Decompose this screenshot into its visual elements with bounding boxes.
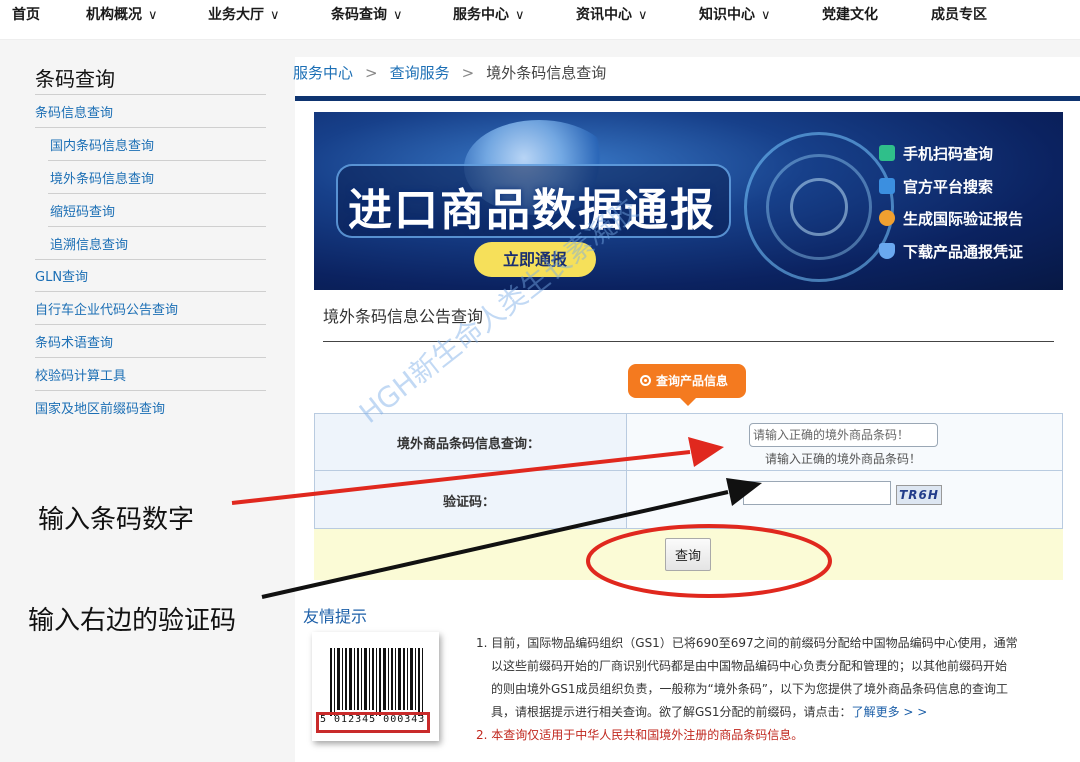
sidebar-item-prefix[interactable]: 国家及地区前缀码查询 xyxy=(35,398,165,417)
annotation-enter-barcode: 输入条码数字 xyxy=(38,505,195,535)
breadcrumb-query-service[interactable]: 查询服务 xyxy=(390,64,450,82)
breadcrumb-service-center[interactable]: 服务中心 xyxy=(293,64,353,82)
feature-label: 生成国际验证报告 xyxy=(903,210,1024,228)
sidebar: 条码查询 条码信息查询 国内条码信息查询 境外条码信息查询 缩短码查询 追溯信息… xyxy=(0,57,295,762)
feature-label: 下载产品通报凭证 xyxy=(903,243,1024,261)
nav-knowledge[interactable]: 知识中心 ∨ xyxy=(699,4,771,24)
tab-label: 查询产品信息 xyxy=(656,374,729,388)
nav-news-label: 资讯中心 xyxy=(576,7,632,23)
sidebar-item-short-code[interactable]: 缩短码查询 xyxy=(50,201,115,220)
search-button[interactable]: 查询 xyxy=(665,538,711,571)
breadcrumb-separator: > xyxy=(365,64,378,82)
divider xyxy=(35,259,266,260)
nav-news[interactable]: 资讯中心 ∨ xyxy=(576,4,648,24)
tip-text: 具，请根据提示进行相关查询。欲了解GS1分配的前缀码，请点击： xyxy=(491,705,852,719)
divider xyxy=(48,160,266,161)
banner-feature-search: 官方平台搜索 xyxy=(879,176,993,197)
banner-feature-report: 生成国际验证报告 xyxy=(879,208,1023,229)
nav-knowledge-label: 知识中心 xyxy=(699,7,755,23)
sidebar-item-glossary[interactable]: 条码术语查询 xyxy=(35,332,113,351)
breadcrumb-separator: > xyxy=(461,64,475,82)
nav-service-center[interactable]: 服务中心 ∨ xyxy=(453,4,525,24)
divider xyxy=(48,226,266,227)
sidebar-item-gln[interactable]: GLN查询 xyxy=(35,266,88,285)
sidebar-item-check-digit[interactable]: 校验码计算工具 xyxy=(35,365,126,384)
feature-label: 手机扫码查询 xyxy=(903,145,994,163)
sidebar-title: 条码查询 xyxy=(35,67,115,91)
banner-feature-scan: 手机扫码查询 xyxy=(879,143,993,164)
breadcrumb: 服务中心 > 查询服务 > 境外条码信息查询 xyxy=(293,62,606,83)
captcha-label: 验证码： xyxy=(443,495,496,510)
chevron-down-icon: ∨ xyxy=(515,8,525,23)
nav-business-label: 业务大厅 xyxy=(208,7,264,23)
nav-about-label: 机构概况 xyxy=(86,7,142,23)
tip-line: 的则由境外GS1成员组织负责，一般称为“境外条码”，以下为您提供了境外商品条码信… xyxy=(491,682,1008,696)
nav-members[interactable]: 成员专区 xyxy=(931,4,987,24)
barcode-icon xyxy=(330,648,423,716)
top-nav: 首页 机构概况 ∨ 业务大厅 ∨ 条码查询 ∨ 服务中心 ∨ 资讯中心 ∨ 知识中心 ∨ 党… xyxy=(0,0,1080,40)
tip-line: 具，请根据提示进行相关查询。欲了解GS1分配的前缀码，请点击：了解更多 > > xyxy=(476,701,1066,724)
learn-more-link[interactable]: 了解更多 > > xyxy=(852,705,928,719)
sidebar-item-bicycle[interactable]: 自行车企业代码公告查询 xyxy=(35,299,178,318)
divider xyxy=(35,94,266,95)
tips-title: 友情提示 xyxy=(303,607,368,626)
sidebar-item-foreign[interactable]: 境外条码信息查询 xyxy=(50,168,154,187)
nav-home[interactable]: 首页 xyxy=(12,4,40,24)
promo-banner[interactable]: 进口商品数据通报 立即通报 手机扫码查询 官方平台搜索 生成国际验证报告 下载产… xyxy=(314,112,1063,290)
chevron-down-icon: ∨ xyxy=(761,8,771,23)
nav-service-center-label: 服务中心 xyxy=(453,7,509,23)
annotation-enter-captcha: 输入右边的验证码 xyxy=(28,606,237,636)
tab-query-product[interactable]: 查询产品信息 xyxy=(628,364,746,406)
divider xyxy=(314,470,1063,471)
breadcrumb-current: 境外条码信息查询 xyxy=(486,64,607,82)
banner-headline: 进口商品数据通报 xyxy=(348,185,716,236)
feature-label: 官方平台搜索 xyxy=(903,178,994,196)
medal-icon xyxy=(879,210,895,226)
divider xyxy=(626,413,627,529)
divider xyxy=(35,357,266,358)
shield-icon xyxy=(879,243,895,259)
sidebar-item-domestic[interactable]: 国内条码信息查询 xyxy=(50,135,154,154)
barcode-number: 5 012345 000343 xyxy=(320,714,426,725)
banner-feature-download: 下载产品通报凭证 xyxy=(879,241,1023,262)
search-icon xyxy=(879,178,895,194)
nav-party[interactable]: 党建文化 xyxy=(822,4,878,24)
divider xyxy=(35,291,266,292)
tip-line: 1. 目前，国际物品编码组织（GS1）已将690至697之间的前缀码分配给中国物… xyxy=(476,636,1018,650)
tips-list: 1. 目前，国际物品编码组织（GS1）已将690至697之间的前缀码分配给中国物… xyxy=(476,632,1066,747)
barcode-hint: 请输入正确的境外商品条码！ xyxy=(765,452,922,466)
nav-barcode-query-label: 条码查询 xyxy=(331,7,387,23)
chevron-down-icon: ∨ xyxy=(638,8,648,23)
chevron-down-icon: ∨ xyxy=(148,8,158,23)
header-rule xyxy=(295,96,1080,101)
divider xyxy=(35,390,266,391)
divider xyxy=(48,193,266,194)
scan-icon xyxy=(879,145,895,161)
nav-business[interactable]: 业务大厅 ∨ xyxy=(208,4,280,24)
tip-line: 以这些前缀码开始的厂商识别代码都是由中国物品编码中心负责分配和管理的；以其他前缀… xyxy=(491,659,1008,673)
captcha-input[interactable] xyxy=(743,481,891,505)
nav-barcode-query[interactable]: 条码查询 ∨ xyxy=(331,4,403,24)
radio-icon xyxy=(640,375,651,386)
divider xyxy=(35,127,266,128)
chevron-down-icon: ∨ xyxy=(393,8,403,23)
ring-graphic xyxy=(790,178,848,236)
divider xyxy=(35,324,266,325)
barcode-input[interactable] xyxy=(749,423,938,447)
sidebar-item-trace[interactable]: 追溯信息查询 xyxy=(50,234,128,253)
nav-about[interactable]: 机构概况 ∨ xyxy=(86,4,158,24)
barcode-sample-image: 5 012345 000343 xyxy=(312,632,439,741)
tip-line-warning: 2. 本查询仅适用于中华人民共和国境外注册的商品条码信息。 xyxy=(476,728,804,742)
sidebar-item-barcode-info[interactable]: 条码信息查询 xyxy=(35,102,113,121)
chevron-down-icon: ∨ xyxy=(270,8,280,23)
barcode-label: 境外商品条码信息查询： xyxy=(397,437,541,452)
captcha-image[interactable]: TR6H xyxy=(896,485,942,505)
